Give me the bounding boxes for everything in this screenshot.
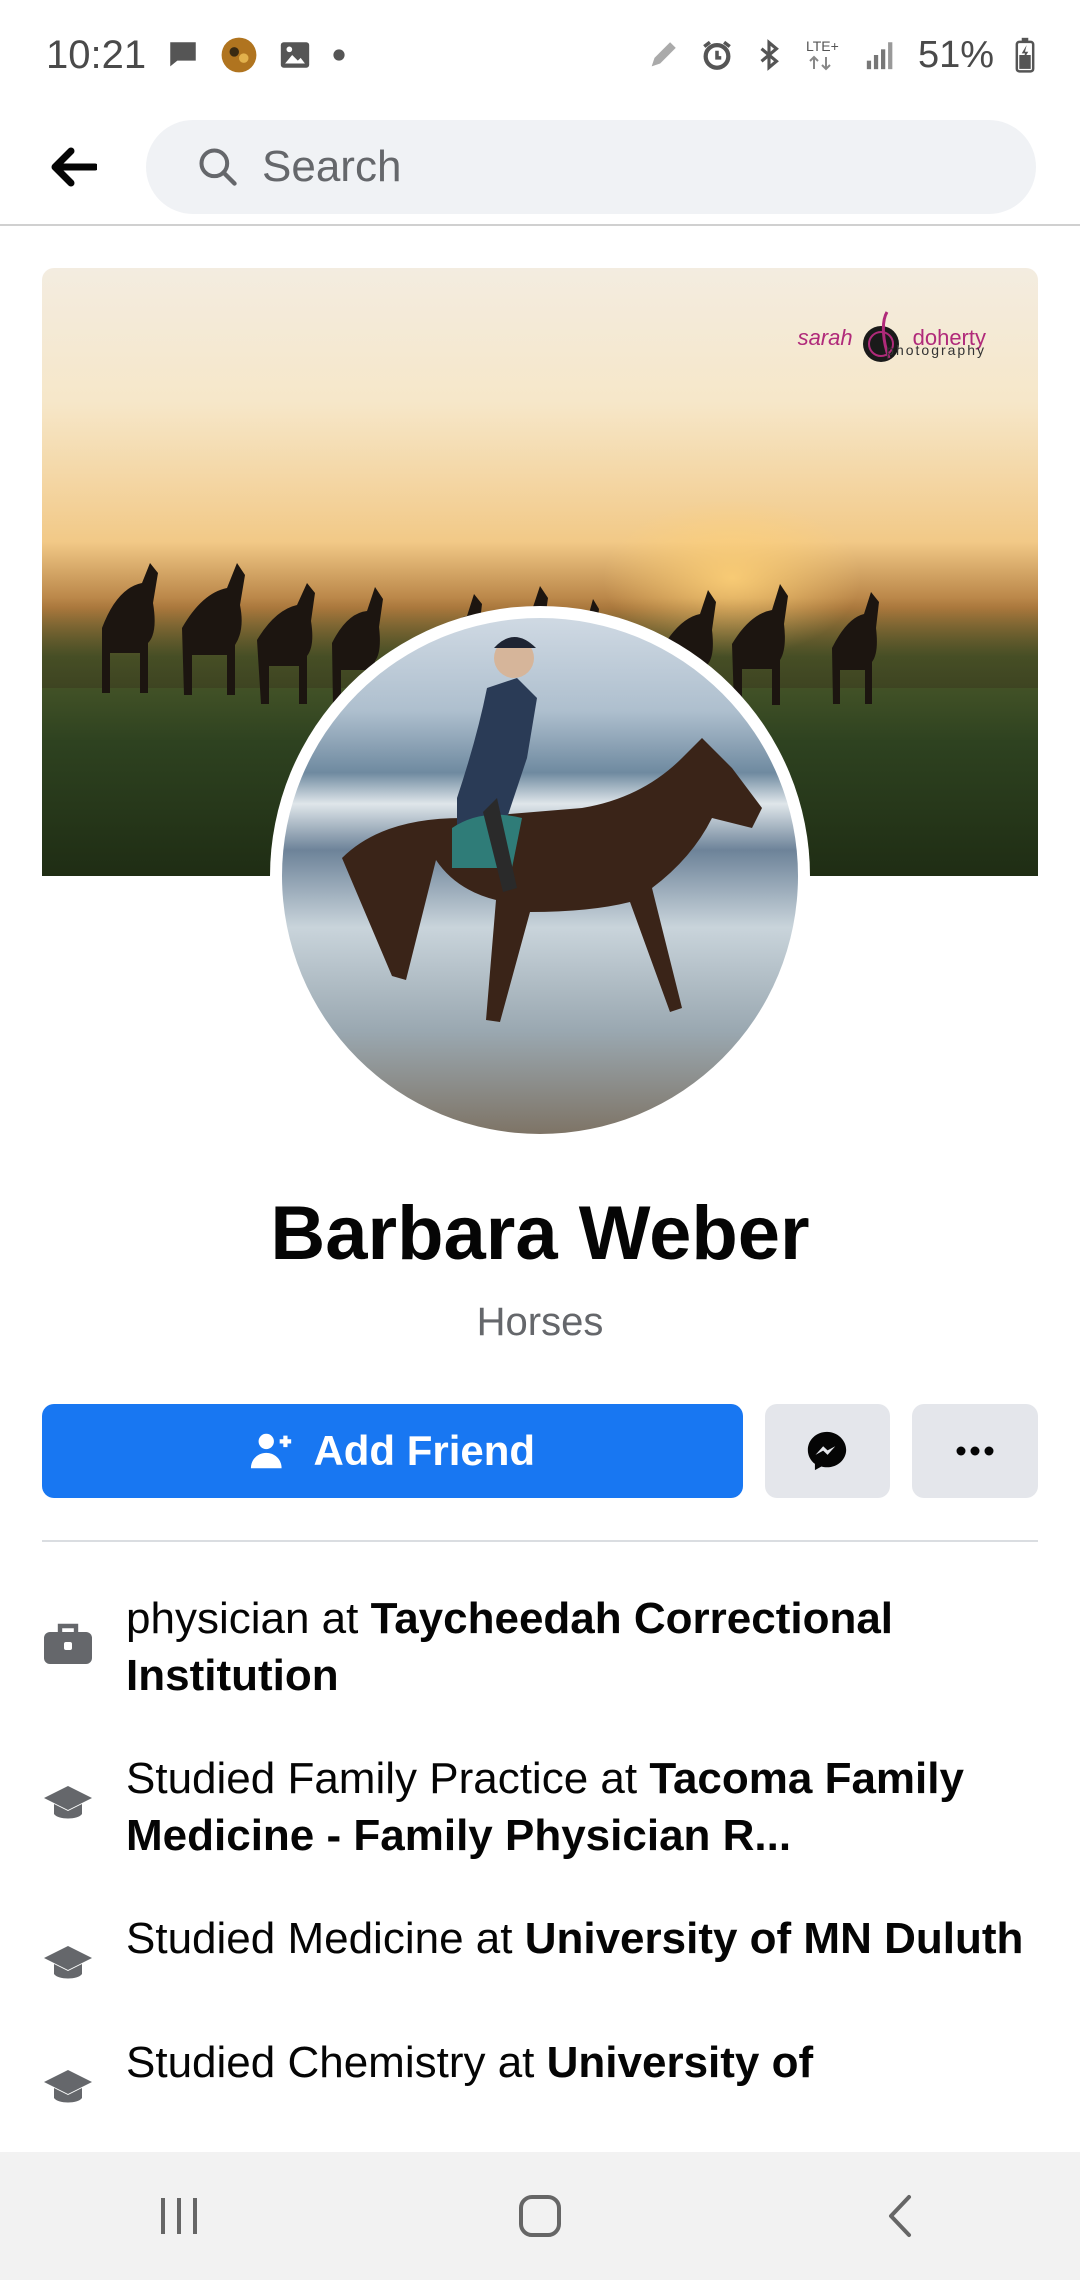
watermark-logo-icon xyxy=(862,311,899,362)
profile-picture[interactable] xyxy=(282,618,798,1134)
intro-organization[interactable]: University of xyxy=(547,2038,814,2087)
back-arrow-icon xyxy=(51,147,97,187)
watermark-sub: photography xyxy=(886,342,986,358)
intro-item-education[interactable]: Studied Chemistry at University of xyxy=(42,2034,1038,2112)
intro-item-education[interactable]: Studied Family Practice at Tacoma Family… xyxy=(42,1750,1038,1864)
graduation-cap-icon xyxy=(42,1910,126,1988)
pen-icon xyxy=(646,38,680,72)
intro-prefix: Studied Chemistry at xyxy=(126,2038,547,2087)
add-friend-icon xyxy=(251,1433,292,1469)
section-divider xyxy=(42,1540,1038,1542)
watermark-first: sarah xyxy=(797,325,853,350)
more-options-button[interactable] xyxy=(912,1404,1038,1498)
profile-actions: Add Friend xyxy=(42,1404,1038,1498)
svg-text:LTE+: LTE+ xyxy=(806,38,839,54)
intro-organization[interactable]: University of MN Duluth xyxy=(525,1914,1024,1963)
bluetooth-icon xyxy=(754,38,784,72)
signal-icon xyxy=(864,38,898,72)
battery-percent: 51% xyxy=(917,33,994,76)
search-input[interactable]: Search xyxy=(146,120,1036,214)
status-left: 10:21 xyxy=(46,33,346,78)
intro-section: physician at Taycheedah Correctional Ins… xyxy=(42,1590,1038,2158)
system-back-button[interactable] xyxy=(840,2166,960,2266)
add-friend-label: Add Friend xyxy=(313,1427,536,1474)
app-notification-icon xyxy=(220,36,258,74)
intro-item-education[interactable]: Studied Medicine at University of MN Dul… xyxy=(42,1910,1038,1988)
lte-icon: LTE+ xyxy=(804,37,844,73)
intro-prefix: Studied Family Practice at xyxy=(126,1754,650,1803)
search-icon xyxy=(199,148,237,186)
home-icon xyxy=(519,2195,561,2237)
top-header: Search xyxy=(0,110,1080,226)
briefcase-icon xyxy=(42,1590,126,1668)
chevron-left-icon xyxy=(889,2195,911,2237)
profile-name: Barbara Weber xyxy=(270,1191,810,1276)
intro-text: Studied Family Practice at Tacoma Family… xyxy=(126,1750,1026,1864)
photographer-watermark: sarah doherty photography xyxy=(798,308,986,368)
status-time: 10:21 xyxy=(46,32,147,77)
status-right: LTE+ 51% xyxy=(646,34,1036,77)
alarm-icon xyxy=(700,38,734,72)
system-nav-bar xyxy=(0,2152,1080,2280)
profile-subtitle: Horses xyxy=(476,1300,604,1344)
intro-prefix: Studied Medicine at xyxy=(126,1914,525,1963)
home-button[interactable] xyxy=(480,2166,600,2266)
horse-rider-image xyxy=(342,637,762,1022)
intro-text: physician at Taycheedah Correctional Ins… xyxy=(126,1590,1026,1704)
intro-item-work[interactable]: physician at Taycheedah Correctional Ins… xyxy=(42,1590,1038,1704)
intro-prefix: physician at xyxy=(126,1594,371,1643)
add-friend-button[interactable]: Add Friend xyxy=(42,1404,743,1498)
recent-apps-icon xyxy=(161,2198,197,2234)
messenger-icon xyxy=(808,1431,847,1471)
intro-text: Studied Chemistry at University of xyxy=(126,2034,1026,2091)
more-dots-icon xyxy=(956,1446,994,1456)
image-notification-icon xyxy=(278,38,312,72)
back-button[interactable] xyxy=(0,109,146,225)
more-notifications-dot-icon xyxy=(332,48,346,62)
message-notification-icon xyxy=(166,38,200,72)
profile-picture-frame xyxy=(270,606,810,1146)
recent-apps-button[interactable] xyxy=(120,2166,240,2266)
battery-charging-icon xyxy=(1014,37,1036,73)
graduation-cap-icon xyxy=(42,2034,126,2112)
status-bar: 10:21 LTE+ 51% xyxy=(0,0,1080,110)
message-button[interactable] xyxy=(764,1404,891,1498)
graduation-cap-icon xyxy=(42,1750,126,1828)
intro-text: Studied Medicine at University of MN Dul… xyxy=(126,1910,1026,1967)
search-placeholder: Search xyxy=(262,142,402,191)
